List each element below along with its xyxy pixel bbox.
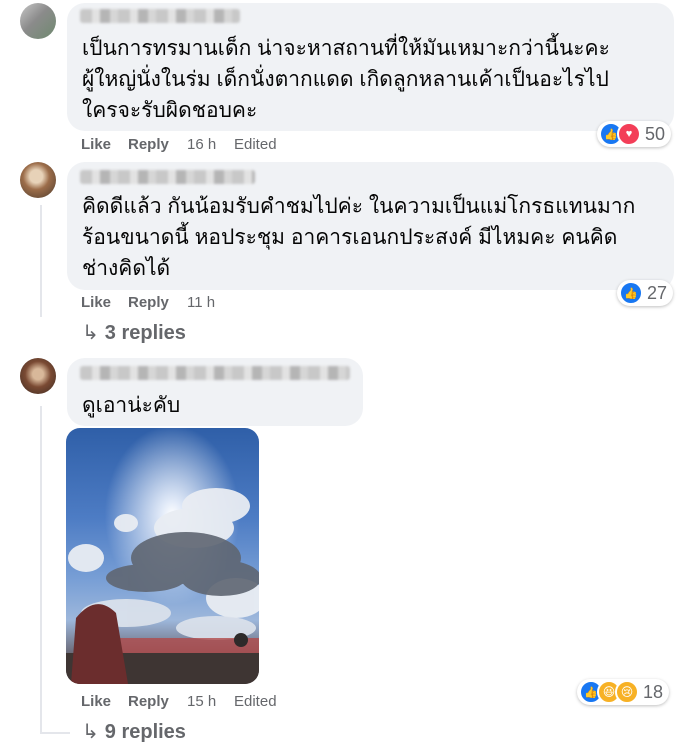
reply-button[interactable]: Reply (128, 294, 169, 311)
comment-timestamp[interactable]: 15 h (187, 693, 216, 710)
reactions-summary[interactable]: 👍 27 (617, 280, 674, 306)
reaction-count: 27 (647, 282, 668, 303)
photo-content (66, 428, 259, 684)
comment-text-line: เป็นการทรมานเด็ก น่าจะหาสถานที่ให้มันเหม… (82, 37, 610, 60)
thread-line (40, 406, 42, 734)
comment-timestamp[interactable]: 16 h (187, 136, 216, 153)
comment-text-line: ผู้ใหญ่นั่งในร่ม เด็กนั่งตากแดด เกิดลูกห… (82, 68, 609, 91)
avatar[interactable] (20, 162, 56, 198)
comment-text-line: ช่างคิดได้ (82, 257, 171, 280)
comment-text-line: คิดดีแล้ว กันน้อมรับคำชมไปค่ะ ในความเป็น… (82, 195, 636, 218)
like-icon: 👍 (619, 281, 643, 305)
replies-count-label: 9 replies (104, 721, 186, 743)
comment-text-line: ดูเอาน่ะคับ (82, 394, 181, 417)
sad-icon: 😢 (615, 680, 639, 704)
avatar[interactable] (20, 3, 56, 39)
replies-count-label: 3 replies (104, 322, 186, 344)
author-name-blurred[interactable] (80, 170, 255, 184)
view-replies-link[interactable]: ↳ 3 replies (82, 320, 186, 345)
reaction-count: 50 (645, 123, 666, 144)
like-button[interactable]: Like (81, 294, 111, 311)
reactions-summary[interactable]: 👍 ♥ 50 (597, 121, 672, 147)
reactions-summary[interactable]: 👍 😆 😢 18 (577, 679, 670, 705)
reply-button[interactable]: Reply (128, 693, 169, 710)
view-replies-link[interactable]: ↳ 9 replies (82, 719, 186, 744)
reply-button[interactable]: Reply (128, 136, 169, 153)
like-button[interactable]: Like (81, 136, 111, 153)
comment-timestamp[interactable]: 11 h (187, 294, 215, 311)
edited-label[interactable]: Edited (234, 693, 277, 710)
attached-photo[interactable] (66, 428, 259, 684)
edited-label[interactable]: Edited (234, 136, 277, 153)
thread-line (40, 205, 42, 317)
like-button[interactable]: Like (81, 693, 111, 710)
comment-text-line: ใครจะรับผิดชอบคะ (82, 99, 258, 122)
avatar[interactable] (20, 358, 56, 394)
author-name-blurred[interactable] (80, 366, 350, 380)
thread-branch-line (40, 732, 70, 734)
author-name-blurred[interactable] (80, 9, 240, 23)
reply-arrow-icon: ↳ (82, 721, 99, 743)
reply-arrow-icon: ↳ (82, 322, 99, 344)
comment-text-line: ร้อนขนาดนี้ หอประชุม อาคารเอนกประสงค์ มี… (82, 226, 618, 249)
love-icon: ♥ (617, 122, 641, 146)
reaction-count: 18 (643, 681, 664, 702)
